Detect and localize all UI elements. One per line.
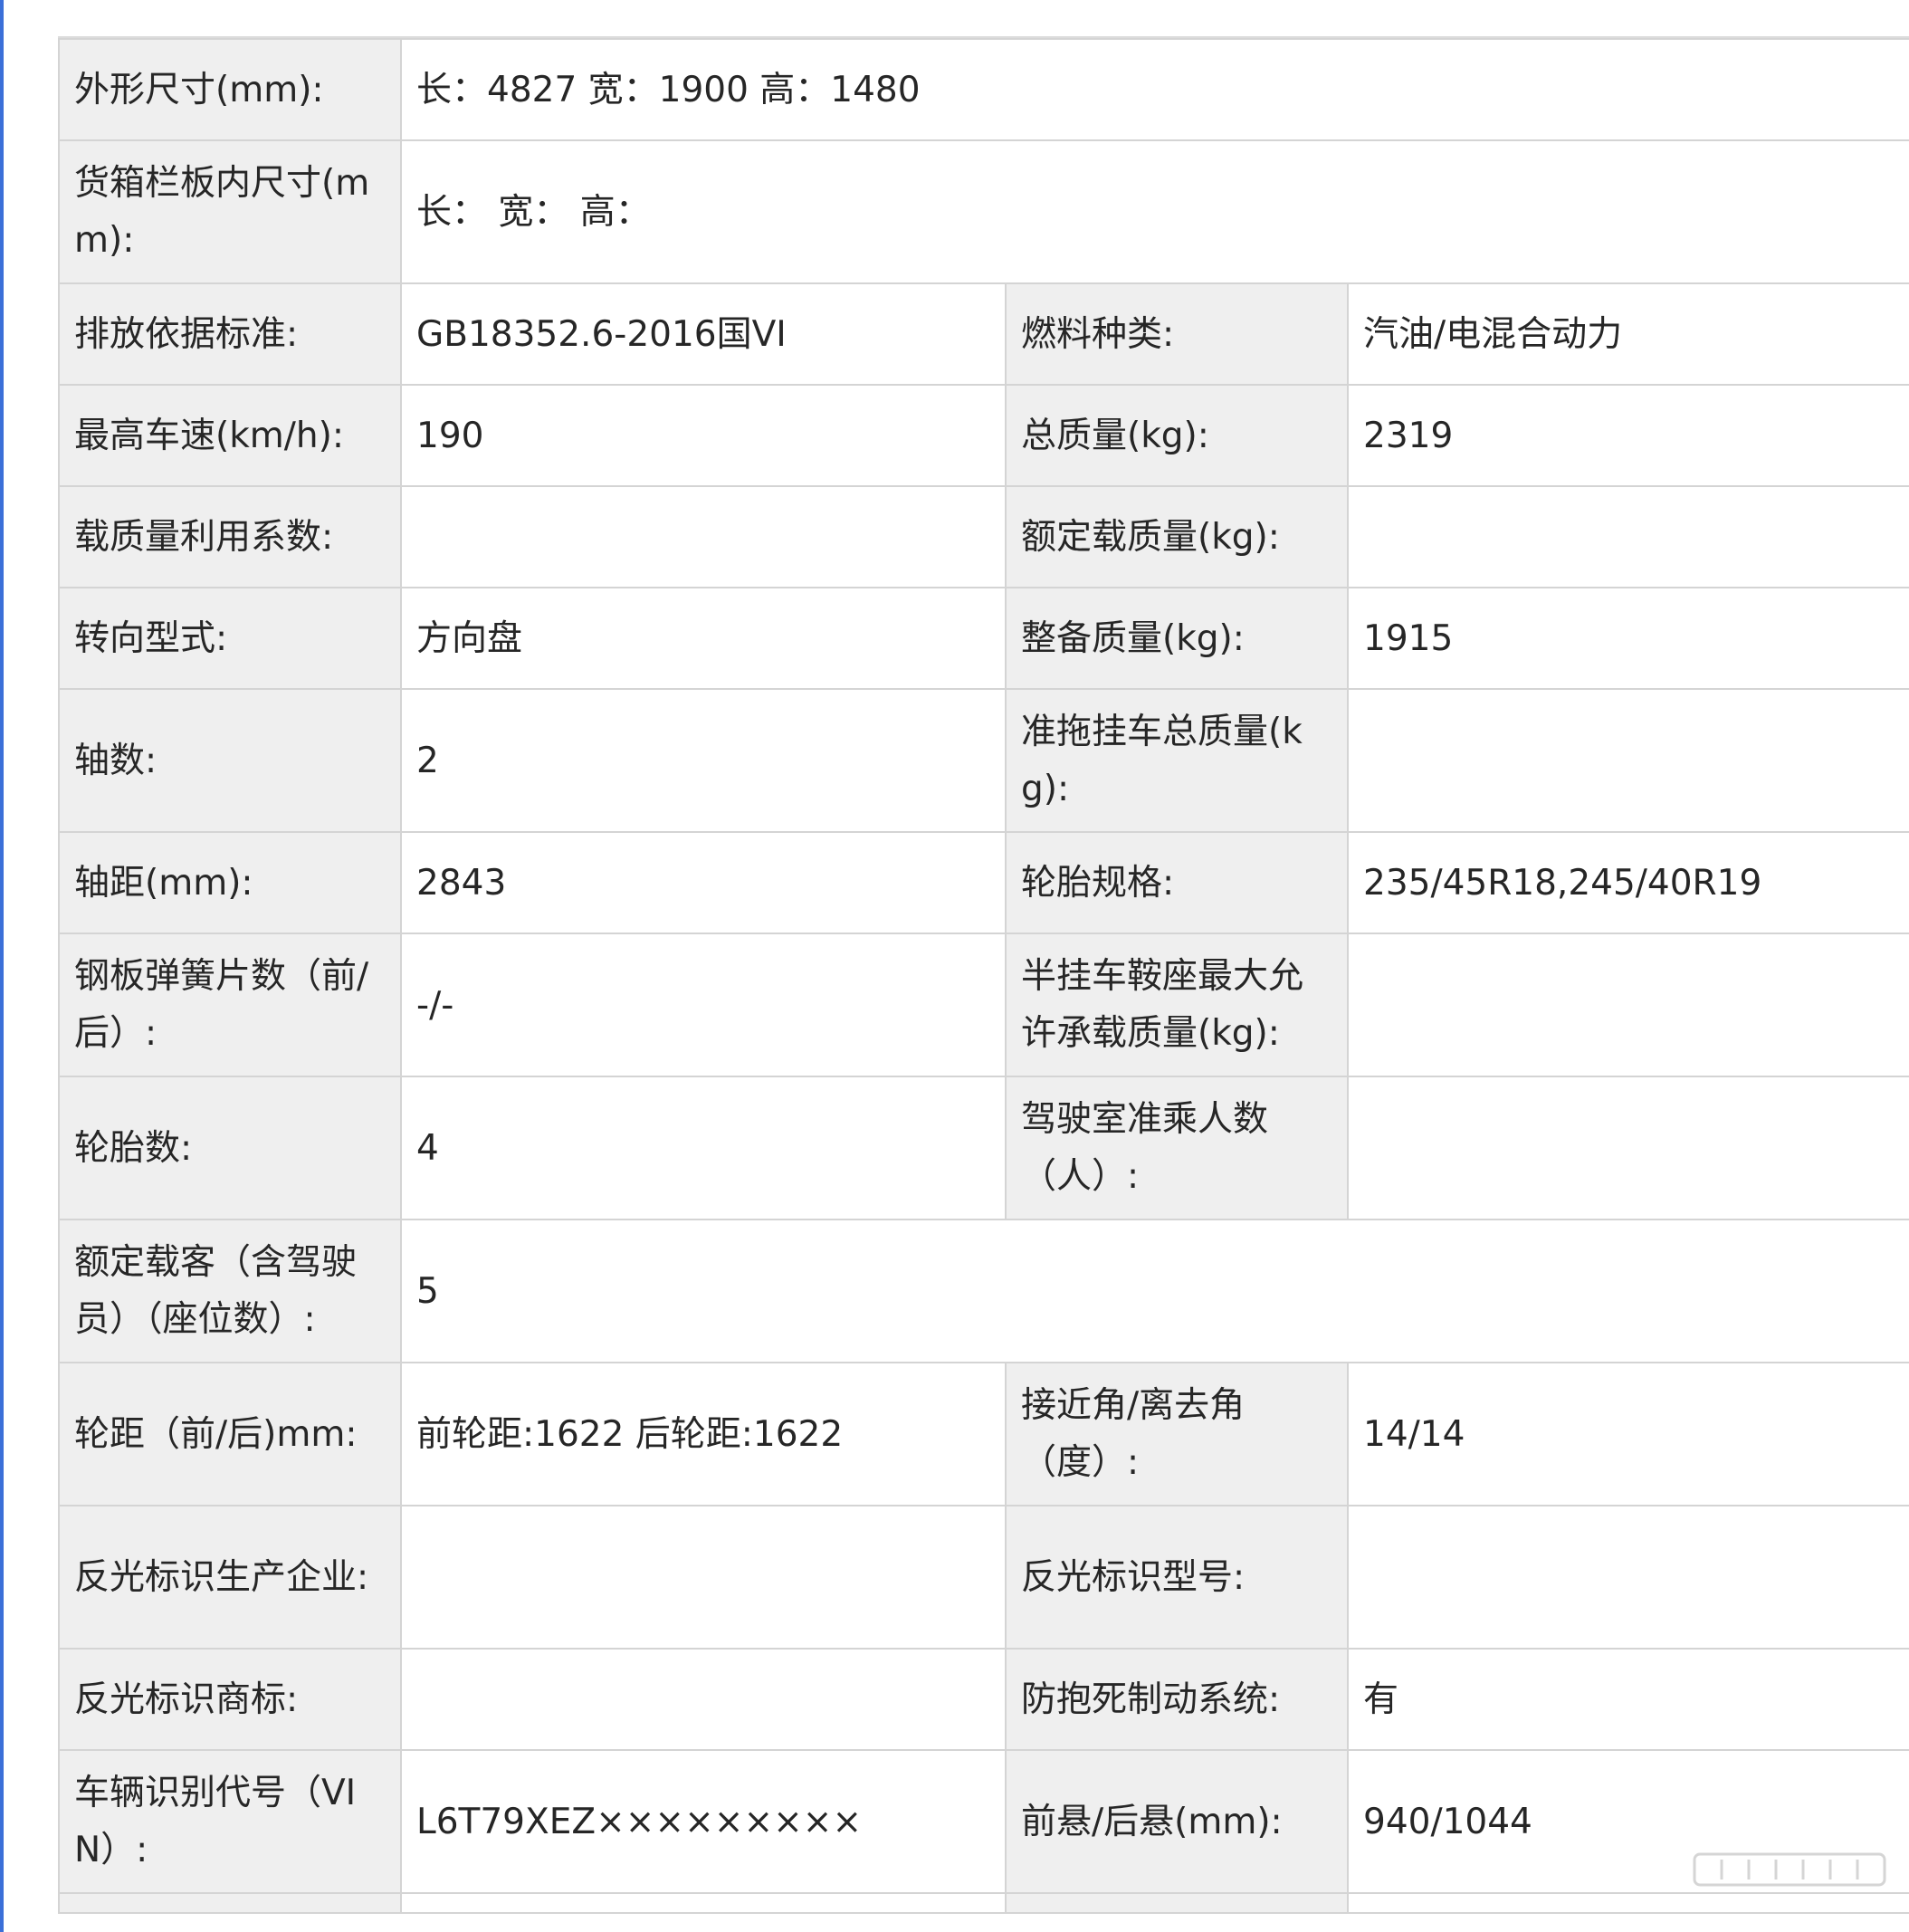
field-value-partial bbox=[1346, 1892, 1909, 1914]
field-label: 钢板弹簧片数（前/后）: bbox=[58, 933, 402, 1077]
field-label: 外形尺寸(mm): bbox=[58, 38, 402, 141]
field-value: 前轮距:1622 后轮距:1622 bbox=[400, 1362, 1007, 1506]
field-label: 燃料种类: bbox=[1005, 282, 1349, 386]
field-label: 半挂车鞍座最大允许承载质量(kg): bbox=[1005, 933, 1349, 1077]
field-label: 额定载客（含驾驶员）（座位数）: bbox=[58, 1219, 402, 1363]
field-value bbox=[1346, 1505, 1909, 1650]
table-row: 钢板弹簧片数（前/后）: -/- 半挂车鞍座最大允许承载质量(kg): bbox=[58, 933, 1909, 1077]
field-label: 整备质量(kg): bbox=[1005, 587, 1349, 690]
field-label: 轴距(mm): bbox=[58, 831, 402, 934]
table-row: 轮胎数: 4 驾驶室准乘人数（人）: bbox=[58, 1076, 1909, 1220]
field-label: 轮胎数: bbox=[58, 1076, 402, 1220]
field-value: 235/45R18,245/40R19 bbox=[1346, 831, 1909, 934]
field-value: 长： 宽： 高： bbox=[399, 139, 1909, 284]
field-label: 轮距（前/后)mm: bbox=[58, 1362, 402, 1506]
field-value bbox=[400, 485, 1007, 588]
field-value-partial bbox=[400, 1892, 1007, 1914]
field-label: 轮胎规格: bbox=[1005, 831, 1349, 934]
table-row bbox=[58, 1892, 1909, 1914]
field-label: 反光标识商标: bbox=[58, 1648, 402, 1751]
field-value: 1915 bbox=[1346, 587, 1909, 690]
table-row: 转向型式: 方向盘 整备质量(kg): 1915 bbox=[58, 587, 1909, 690]
field-value bbox=[400, 1648, 1007, 1751]
field-label: 总质量(kg): bbox=[1005, 384, 1349, 487]
field-label-partial bbox=[58, 1892, 402, 1914]
field-label: 准拖挂车总质量(kg): bbox=[1005, 688, 1349, 833]
field-value bbox=[1346, 485, 1909, 588]
table-row: 车辆识别代号（VIN）: L6T79XEZ××××××××× 前悬/后悬(mm)… bbox=[58, 1749, 1909, 1894]
field-label: 车辆识别代号（VIN）: bbox=[58, 1749, 402, 1894]
field-value: GB18352.6-2016国VI bbox=[400, 282, 1007, 386]
field-value: 汽油/电混合动力 bbox=[1346, 282, 1909, 386]
field-label-partial bbox=[1005, 1892, 1349, 1914]
table-row: 最高车速(km/h): 190 总质量(kg): 2319 bbox=[58, 384, 1909, 487]
field-label: 轴数: bbox=[58, 688, 402, 833]
field-value: 14/14 bbox=[1346, 1362, 1909, 1506]
field-value bbox=[1346, 933, 1909, 1077]
field-value: 4 bbox=[400, 1076, 1007, 1220]
watermark-logo-icon bbox=[1693, 1852, 1886, 1887]
field-value bbox=[1346, 688, 1909, 833]
table-row: 反光标识商标: 防抱死制动系统: 有 bbox=[58, 1648, 1909, 1751]
field-label: 最高车速(km/h): bbox=[58, 384, 402, 487]
field-label: 载质量利用系数: bbox=[58, 485, 402, 588]
table-row: 载质量利用系数: 额定载质量(kg): bbox=[58, 485, 1909, 588]
field-label: 反光标识型号: bbox=[1005, 1505, 1349, 1650]
field-label: 货箱栏板内尺寸(mm): bbox=[58, 139, 402, 284]
field-label: 反光标识生产企业: bbox=[58, 1505, 402, 1650]
field-label: 驾驶室准乘人数（人）: bbox=[1005, 1076, 1349, 1220]
field-label: 排放依据标准: bbox=[58, 282, 402, 386]
table-row: 额定载客（含驾驶员）（座位数）: 5 bbox=[58, 1219, 1909, 1363]
field-value: 5 bbox=[399, 1219, 1909, 1363]
field-label: 接近角/离去角（度）: bbox=[1005, 1362, 1349, 1506]
field-value bbox=[1346, 1076, 1909, 1220]
table-row: 轮距（前/后)mm: 前轮距:1622 后轮距:1622 接近角/离去角（度）:… bbox=[58, 1362, 1909, 1506]
field-value: -/- bbox=[400, 933, 1007, 1077]
vehicle-spec-table: 外形尺寸(mm): 长：4827 宽：1900 高：1480 货箱栏板内尺寸(m… bbox=[58, 38, 1909, 1914]
field-value bbox=[400, 1505, 1007, 1650]
table-row: 排放依据标准: GB18352.6-2016国VI 燃料种类: 汽油/电混合动力 bbox=[58, 282, 1909, 386]
field-value: 2319 bbox=[1346, 384, 1909, 487]
field-value: 2 bbox=[400, 688, 1007, 833]
table-row: 外形尺寸(mm): 长：4827 宽：1900 高：1480 bbox=[58, 38, 1909, 141]
left-accent-bar bbox=[0, 0, 4, 1932]
field-label: 转向型式: bbox=[58, 587, 402, 690]
field-value: L6T79XEZ××××××××× bbox=[400, 1749, 1007, 1894]
field-value: 有 bbox=[1346, 1648, 1909, 1751]
table-row: 货箱栏板内尺寸(mm): 长： 宽： 高： bbox=[58, 139, 1909, 284]
table-row: 轴距(mm): 2843 轮胎规格: 235/45R18,245/40R19 bbox=[58, 831, 1909, 934]
field-label: 防抱死制动系统: bbox=[1005, 1648, 1349, 1751]
table-row: 轴数: 2 准拖挂车总质量(kg): bbox=[58, 688, 1909, 833]
field-value: 190 bbox=[400, 384, 1007, 487]
field-label: 前悬/后悬(mm): bbox=[1005, 1749, 1349, 1894]
field-value: 长：4827 宽：1900 高：1480 bbox=[399, 38, 1909, 141]
field-label: 额定载质量(kg): bbox=[1005, 485, 1349, 588]
field-value: 2843 bbox=[400, 831, 1007, 934]
field-value: 方向盘 bbox=[400, 587, 1007, 690]
table-row: 反光标识生产企业: 反光标识型号: bbox=[58, 1505, 1909, 1650]
